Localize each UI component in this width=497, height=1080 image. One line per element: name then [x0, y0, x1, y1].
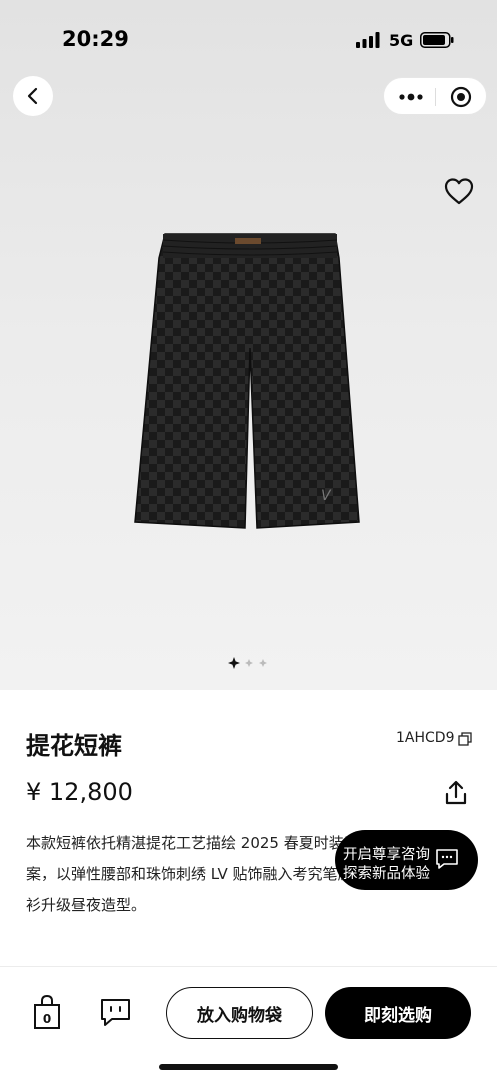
chat-icon[interactable] [100, 998, 131, 1028]
miniprogram-capsule [383, 77, 487, 115]
product-sku: 1AHCD9 [396, 730, 455, 746]
home-indicator[interactable] [159, 1064, 338, 1070]
chat-bubble-icon [436, 849, 458, 869]
copy-icon[interactable] [458, 732, 472, 746]
concierge-line-2: 探索新品体验 [343, 866, 430, 882]
target-icon[interactable] [450, 86, 472, 108]
product-price: ¥ 12,800 [26, 778, 133, 806]
product-title: 提花短裤 [26, 732, 122, 760]
network-type: 5G [389, 31, 414, 50]
concierge-button[interactable]: 开启尊享咨询 探索新品体验 [335, 830, 478, 890]
gallery-indicator [228, 657, 267, 669]
add-to-bag-button[interactable]: 放入购物袋 [166, 987, 313, 1039]
back-button[interactable] [13, 76, 53, 116]
concierge-line-1: 开启尊享咨询 [343, 847, 430, 863]
product-image[interactable]: V [133, 232, 365, 532]
signal-icon [356, 32, 380, 48]
battery-icon [420, 32, 454, 48]
status-time: 20:29 [62, 27, 129, 51]
share-icon[interactable] [444, 780, 468, 806]
capsule-divider [435, 88, 436, 106]
heart-icon[interactable] [443, 176, 475, 206]
buy-now-button[interactable]: 即刻选购 [325, 987, 471, 1039]
chevron-left-icon [27, 87, 38, 105]
svg-text:V: V [321, 488, 332, 504]
more-dots-icon[interactable] [397, 87, 425, 107]
description-line: 衫升级昼夜造型。 [26, 896, 147, 914]
bag-count-badge: 0 [42, 1012, 52, 1026]
